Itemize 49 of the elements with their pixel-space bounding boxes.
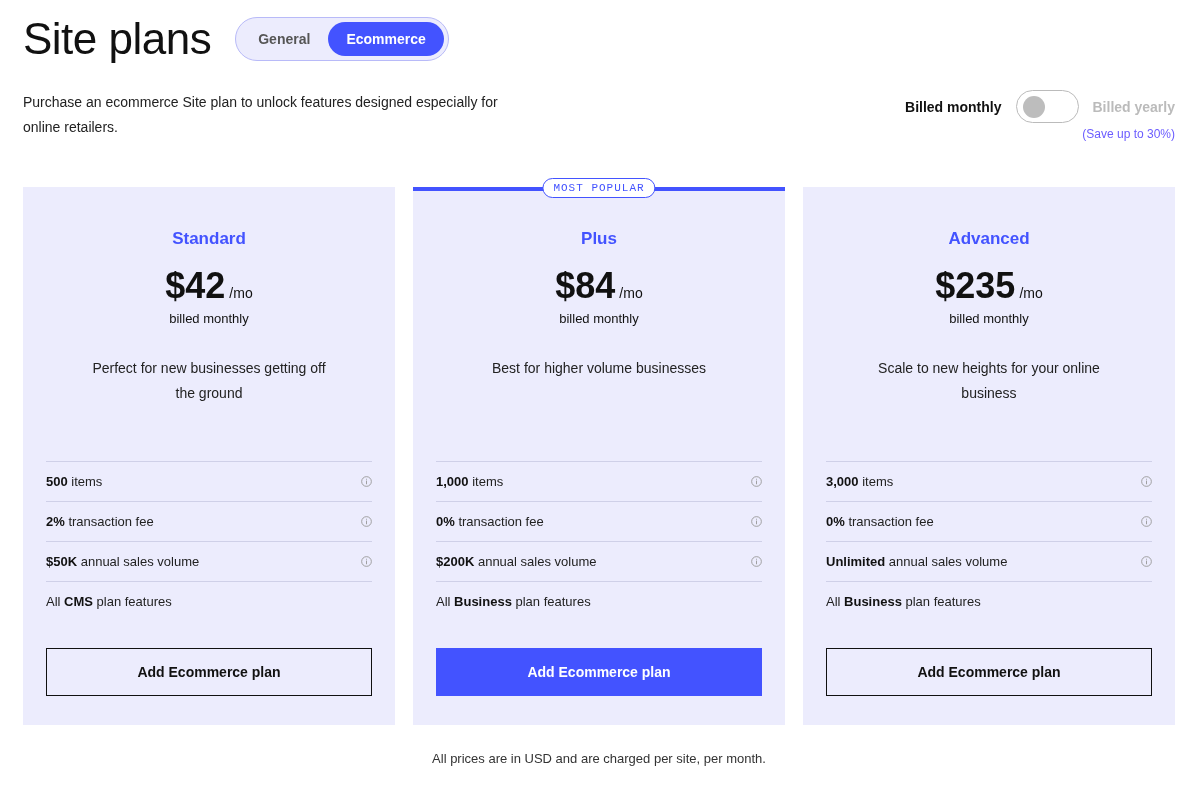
plan-feature: 1,000 items [436, 474, 504, 489]
plan-price: $42 [165, 265, 226, 307]
info-icon[interactable] [361, 516, 372, 527]
price-unit: /mo [619, 285, 643, 301]
price-unit: /mo [1019, 285, 1043, 301]
billing-period: billed monthly [168, 311, 250, 326]
add-plan-button[interactable]: Add Ecommerce plan [826, 648, 1152, 696]
price-unit: /mo [229, 285, 253, 301]
savings-note: (Save up to 30%) [1082, 127, 1175, 141]
plan-description: Best for higher volume businesses [491, 359, 707, 378]
plan-feature: 2% transaction fee [46, 514, 154, 529]
plan-feature: 0% transaction fee [436, 514, 544, 529]
info-icon[interactable] [361, 556, 372, 567]
plan-type-tab[interactable]: Ecommerce [328, 22, 444, 56]
plan-description: Perfect for new businesses getting off the ground [91, 359, 327, 403]
plan-price: $84 [555, 265, 616, 307]
plan-feature: 500 items [46, 474, 103, 489]
info-icon[interactable] [1141, 516, 1152, 527]
plan-feature: 0% transaction fee [826, 514, 934, 529]
info-icon[interactable] [751, 476, 762, 487]
info-icon[interactable] [751, 516, 762, 527]
info-icon[interactable] [1141, 556, 1152, 567]
plan-description: Scale to new heights for your online business [877, 359, 1101, 403]
billing-period: billed monthly [558, 311, 640, 326]
plan-feature: $50K annual sales volume [46, 554, 200, 569]
info-icon[interactable] [1141, 476, 1152, 487]
intro-text: Purchase an ecommerce Site plan to unlock features designed especially for online retailers. [23, 93, 499, 137]
billing-toggle[interactable] [1015, 90, 1079, 123]
plan-feature: All Business plan features [826, 594, 981, 609]
billed-yearly-label: Billed yearly [1092, 98, 1175, 115]
plan-price: $235 [935, 265, 1016, 307]
info-icon[interactable] [361, 476, 372, 487]
page-title: Site plans [23, 14, 212, 64]
plan-feature: All CMS plan features [46, 594, 172, 609]
info-icon[interactable] [751, 556, 762, 567]
plan-name: Plus [580, 229, 618, 249]
plan-name: Standard [171, 229, 247, 249]
plan-feature: All Business plan features [436, 594, 591, 609]
plan-type-tab[interactable]: General [240, 22, 329, 56]
plan-feature: 3,000 items [826, 474, 894, 489]
billing-period: billed monthly [948, 311, 1030, 326]
pricing-footnote: All prices are in USD and are charged per site, per month. [431, 751, 767, 766]
plan-name: Advanced [947, 229, 1031, 249]
billed-monthly-label: Billed monthly [905, 98, 1002, 115]
add-plan-button[interactable]: Add Ecommerce plan [46, 648, 372, 696]
plan-feature: Unlimited annual sales volume [826, 554, 1008, 569]
popular-badge: MOST POPULAR [542, 178, 656, 198]
plan-feature: $200K annual sales volume [436, 554, 597, 569]
add-plan-button[interactable]: Add Ecommerce plan [436, 648, 762, 696]
